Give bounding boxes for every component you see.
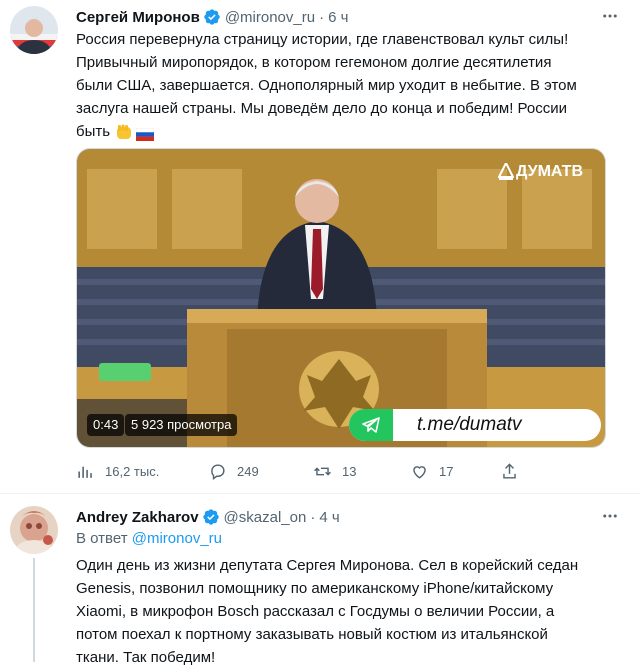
author-handle[interactable]: @skazal_on [224,509,307,526]
video-view-count: 5 923 просмотра [125,414,238,436]
like-button[interactable]: 17 [410,462,453,481]
telegram-channel-banner[interactable]: t.me/dumatv [349,409,601,441]
avatar-zakharov[interactable] [10,506,58,554]
tweet-text-line: Привычный миропорядок, в котором гегемон… [76,54,552,71]
dumatv-watermark-text: ДУМАТВ [516,163,583,180]
more-options-icon[interactable] [600,6,620,26]
tweet-text-line: Россия перевернула страницу истории, где… [76,31,569,48]
tweet-text-line: Genesis, позвонил помощнику по американс… [76,580,554,597]
heart-icon [413,465,426,479]
tweet-text-line: Xiaomi, в микрофон Bosch рассказал с Гос… [76,603,555,620]
tweet-mironov[interactable]: Сергей Миронов @mironov_ru · 6 ч Россия … [0,0,640,494]
reply-icon [211,463,225,480]
tweet-text-line: потом поехал к портному заказывать новый… [76,626,548,643]
verified-badge-icon [202,508,220,526]
tweet-text-line: ткани. Так победим! [76,649,216,666]
tweet-video[interactable]: ДУМАТВ 0:43 5 923 просмотра t.me/dumatv [76,148,606,448]
tweet-text-line: были США, завершается. Однополярный мир … [76,77,577,94]
reply-prefix: В ответ [76,530,128,547]
tweet-timestamp[interactable]: 6 ч [328,9,348,26]
tweet-text: Один день из жизни депутата Сергея Мирон… [76,554,616,669]
retweet-count: 13 [342,463,357,479]
tweet-actions-bar: 16,2 тыс. 249 13 17 [76,458,516,484]
video-duration: 0:43 [87,414,125,436]
avatar-mironov[interactable] [10,6,58,54]
author-name[interactable]: Сергей Миронов [76,9,200,26]
russia-flag-emoji-icon [135,125,155,141]
views-count: 16,2 тыс. [105,463,160,479]
dumatv-logo-icon [497,160,515,181]
like-count: 17 [439,463,454,479]
tweet-header: Andrey Zakharov @skazal_on · 4 ч [76,506,340,528]
verified-badge-icon [203,8,221,26]
reply-button[interactable]: 249 [208,462,259,481]
tweet-text-line-last: быть [76,120,616,143]
tweet-text-line: Один день из жизни депутата Сергея Мирон… [76,557,579,574]
reply-context: В ответ @mironov_ru [76,530,222,547]
reply-count: 249 [237,463,259,479]
separator-dot: · [310,508,316,526]
video-frame [77,149,605,447]
author-handle[interactable]: @mironov_ru [225,9,315,26]
share-button[interactable] [500,462,529,481]
views-icon [78,466,92,478]
author-name[interactable]: Andrey Zakharov [76,509,199,526]
tweet-timestamp[interactable]: 4 ч [319,509,339,526]
dumatv-watermark: ДУМАТВ [497,160,583,181]
telegram-icon [349,409,393,441]
share-icon [503,462,516,479]
raised-fist-emoji-icon [115,123,133,141]
tweet-text: Россия перевернула страницу истории, где… [76,28,616,143]
tweet-header: Сергей Миронов @mironov_ru · 6 ч [76,6,348,28]
telegram-channel-link[interactable]: t.me/dumatv [417,414,522,436]
tweet-text-line: быть [76,123,111,140]
retweet-button[interactable]: 13 [313,462,356,481]
views-stat[interactable]: 16,2 тыс. [76,462,159,481]
tweet-zakharov[interactable]: Andrey Zakharov @skazal_on · 4 ч В ответ… [0,494,640,666]
tweet-text-line: заслуга нашей страны. Мы доведём дело до… [76,100,567,117]
thread-line [33,558,35,662]
reply-to-handle-link[interactable]: @mironov_ru [132,530,222,547]
retweet-icon [314,466,331,476]
more-options-icon[interactable] [600,506,620,526]
separator-dot: · [319,8,325,26]
